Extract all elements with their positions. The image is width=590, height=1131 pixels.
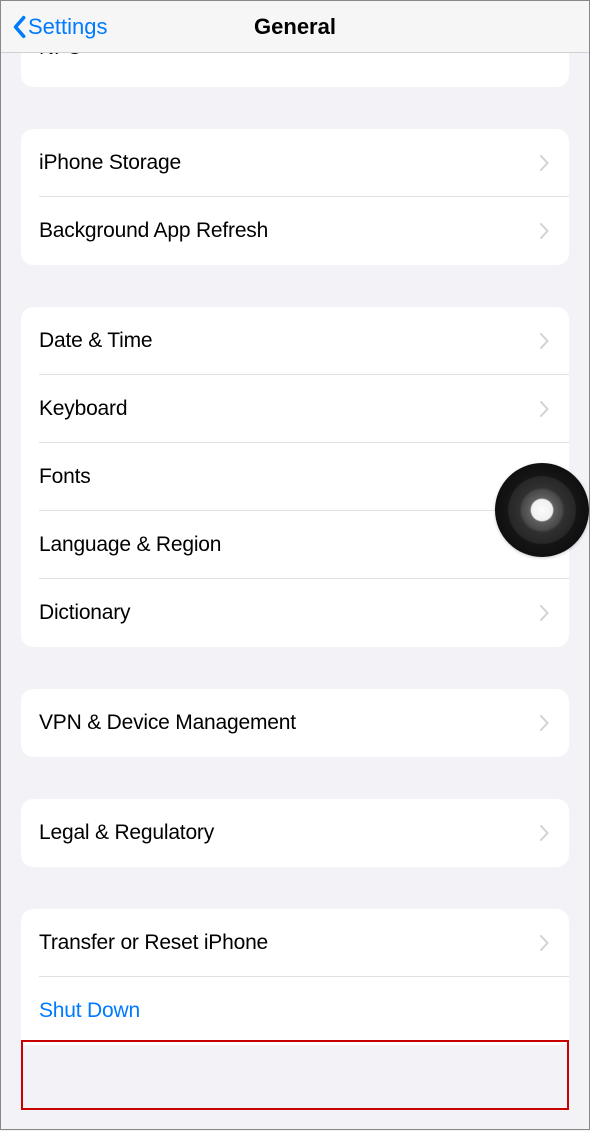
chevron-right-icon [537, 934, 551, 952]
row-iphone-storage[interactable]: iPhone Storage [21, 129, 569, 197]
settings-group-legal: Legal & Regulatory [21, 799, 569, 867]
row-transfer-reset[interactable]: Transfer or Reset iPhone [21, 909, 569, 977]
chevron-right-icon [537, 222, 551, 240]
chevron-right-icon [537, 332, 551, 350]
chevron-right-icon [537, 824, 551, 842]
row-label: Shut Down [39, 999, 551, 1023]
row-label: Legal & Regulatory [39, 821, 537, 845]
row-label: Background App Refresh [39, 219, 537, 243]
settings-group-storage: iPhone Storage Background App Refresh [21, 129, 569, 265]
row-date-time[interactable]: Date & Time [21, 307, 569, 375]
row-legal-regulatory[interactable]: Legal & Regulatory [21, 799, 569, 867]
row-label: iPhone Storage [39, 151, 537, 175]
row-nfc[interactable]: NFC [21, 53, 569, 87]
row-label: Fonts [39, 465, 537, 489]
row-label: Date & Time [39, 329, 537, 353]
chevron-right-icon [537, 604, 551, 622]
row-keyboard[interactable]: Keyboard [21, 375, 569, 443]
back-button[interactable]: Settings [7, 1, 108, 52]
assistive-touch-button[interactable] [495, 463, 589, 557]
settings-group-locale: Date & Time Keyboard Fonts Language & Re… [21, 307, 569, 647]
row-label: Language & Region [39, 533, 537, 557]
back-label: Settings [28, 14, 108, 40]
settings-group-reset: Transfer or Reset iPhone Shut Down [21, 909, 569, 1045]
row-label: VPN & Device Management [39, 711, 537, 735]
row-vpn-device-management[interactable]: VPN & Device Management [21, 689, 569, 757]
row-label: NFC [39, 53, 537, 60]
content: NFC iPhone Storage Background App Refres… [1, 53, 589, 1131]
chevron-right-icon [537, 714, 551, 732]
row-label: Keyboard [39, 397, 537, 421]
settings-group-vpn: VPN & Device Management [21, 689, 569, 757]
chevron-left-icon [10, 13, 28, 41]
chevron-right-icon [537, 400, 551, 418]
row-shut-down[interactable]: Shut Down [21, 977, 569, 1045]
row-label: Dictionary [39, 601, 537, 625]
page-title: General [254, 14, 336, 40]
row-background-app-refresh[interactable]: Background App Refresh [21, 197, 569, 265]
chevron-right-icon [537, 53, 551, 54]
row-label: Transfer or Reset iPhone [39, 931, 537, 955]
row-fonts[interactable]: Fonts [21, 443, 569, 511]
row-language-region[interactable]: Language & Region [21, 511, 569, 579]
row-dictionary[interactable]: Dictionary [21, 579, 569, 647]
chevron-right-icon [537, 154, 551, 172]
navbar: Settings General [1, 1, 589, 53]
settings-group-partial: NFC [21, 53, 569, 87]
